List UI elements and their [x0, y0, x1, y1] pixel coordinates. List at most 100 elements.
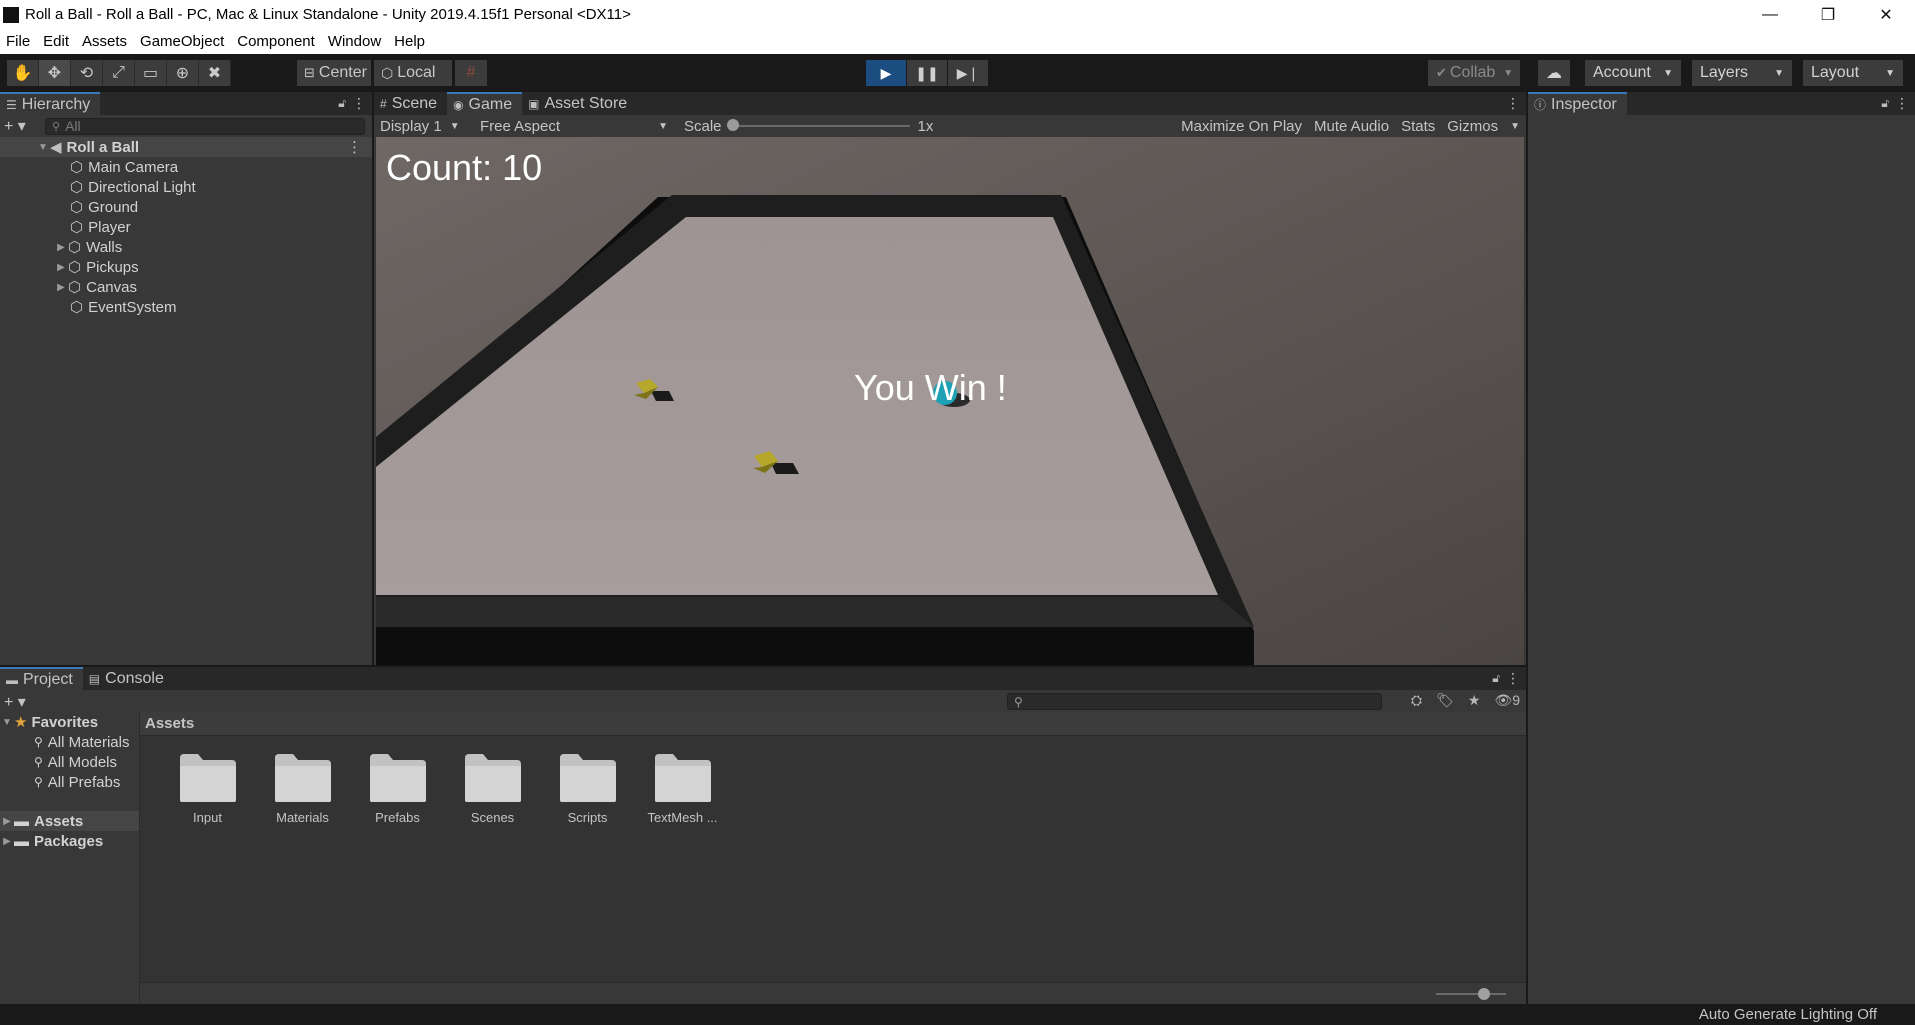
step-icon[interactable]: ▶❘	[948, 60, 988, 86]
tab-console[interactable]: ▤ Console	[82, 667, 174, 690]
transform-tool-icon[interactable]: ⊕	[167, 60, 199, 86]
favorite-item[interactable]: ⚲ All Prefabs	[0, 772, 139, 792]
tab-game[interactable]: ◉ Game	[447, 92, 523, 115]
tree-item[interactable]: ⬡ Player	[0, 217, 372, 237]
tree-item[interactable]: ⬡ EventSystem	[0, 297, 372, 317]
tree-item[interactable]: ⬡ Main Camera	[0, 157, 372, 177]
shopping-bag-icon: ▣	[528, 96, 540, 111]
scene-row[interactable]: ▼ ◀ Roll a Ball ⋮	[0, 137, 372, 157]
stats-toggle[interactable]: Stats	[1395, 118, 1441, 135]
mute-audio-toggle[interactable]: Mute Audio	[1308, 118, 1395, 135]
scale-tool-icon[interactable]: ⤢	[103, 60, 135, 86]
collab-button[interactable]: ✔ Collab ▼	[1428, 60, 1520, 86]
rotate-tool-icon[interactable]: ⟲	[71, 60, 103, 86]
folder-item[interactable]: Prefabs	[350, 752, 445, 825]
hierarchy-search-input[interactable]: ⚲ All	[45, 117, 365, 135]
pause-icon[interactable]: ❚❚	[907, 60, 947, 86]
create-dropdown[interactable]: + ▾	[0, 116, 45, 136]
scale-value: 1x	[917, 117, 934, 135]
icon-size-slider[interactable]	[1436, 988, 1506, 1000]
packages-row[interactable]: ▶ ▬ Packages	[0, 831, 139, 851]
tree-item[interactable]: ▶ ⬡ Pickups	[0, 257, 372, 277]
menu-assets[interactable]: Assets	[76, 33, 134, 50]
hand-tool-icon[interactable]: ✋	[7, 60, 39, 86]
tab-inspector[interactable]: ⓘ Inspector	[1528, 92, 1627, 115]
folder-icon	[274, 754, 331, 802]
tab-hierarchy[interactable]: ☰ Hierarchy	[0, 92, 101, 115]
lock-icon[interactable]: 🔓︎	[1492, 671, 1500, 686]
restore-icon[interactable]: ❐	[1799, 0, 1857, 29]
menu-component[interactable]: Component	[231, 33, 322, 50]
grid-snap-icon[interactable]: #	[455, 60, 487, 86]
asset-store-tab-label: Asset Store	[544, 94, 628, 112]
menu-help[interactable]: Help	[388, 33, 432, 50]
expand-arrow-icon[interactable]: ▼	[0, 717, 14, 728]
expand-arrow-icon[interactable]: ▶	[0, 836, 14, 847]
gameobject-icon: ⬡	[70, 219, 84, 236]
more-icon[interactable]: ⋮	[352, 95, 366, 112]
move-tool-icon[interactable]: ✥	[39, 60, 71, 86]
chevron-down-icon: ▼	[449, 120, 460, 132]
menu-file[interactable]: File	[0, 33, 37, 50]
minimize-icon[interactable]: —	[1741, 0, 1799, 29]
pivot-mode-button[interactable]: ⊟ Center	[297, 60, 371, 86]
more-icon[interactable]: ⋮	[1506, 670, 1520, 687]
gameobject-icon: ⬡	[68, 279, 82, 296]
menu-gameobject[interactable]: GameObject	[134, 33, 231, 50]
filter-by-type-icon[interactable]: ⛭	[1411, 692, 1422, 709]
display-dropdown[interactable]: Display 1 ▼	[374, 118, 474, 135]
icon-size-slider-thumb[interactable]	[1478, 988, 1490, 1000]
chevron-down-icon[interactable]: ▼	[1504, 121, 1526, 132]
favorite-item[interactable]: ⚲ All Models	[0, 752, 139, 772]
folder-item[interactable]: TextMesh ...	[635, 752, 730, 825]
more-icon[interactable]: ⋮	[347, 138, 362, 156]
filter-by-label-icon[interactable]: 🏷︎	[1436, 692, 1454, 709]
tree-item[interactable]: ⬡ Directional Light	[0, 177, 372, 197]
more-icon[interactable]: ⋮	[1895, 95, 1909, 112]
gizmos-toggle[interactable]: Gizmos	[1441, 118, 1504, 135]
hidden-packages-icon[interactable]: 👁︎9	[1494, 692, 1520, 709]
assets-row[interactable]: ▶ ▬ Assets	[0, 811, 139, 831]
pivot-space-button[interactable]: ⬡ Local	[374, 60, 452, 86]
lock-icon[interactable]: 🔓︎	[338, 96, 346, 111]
folder-item[interactable]: Input	[160, 752, 255, 825]
tab-asset-store[interactable]: ▣ Asset Store	[522, 92, 638, 115]
expand-arrow-icon[interactable]: ▶	[54, 282, 68, 293]
scale-slider-thumb[interactable]	[726, 119, 739, 131]
project-search-input[interactable]: ⚲	[1007, 693, 1382, 710]
account-dropdown[interactable]: Account ▼	[1585, 60, 1681, 86]
folder-item[interactable]: Scripts	[540, 752, 635, 825]
scale-slider[interactable]	[726, 119, 910, 131]
favorite-item[interactable]: ⚲ All Materials	[0, 732, 139, 752]
tree-item[interactable]: ▶ ⬡ Walls	[0, 237, 372, 257]
lock-icon[interactable]: 🔓︎	[1881, 96, 1889, 111]
tree-item[interactable]: ⬡ Ground	[0, 197, 372, 217]
tab-project[interactable]: ▬ Project	[0, 667, 83, 690]
tab-scene[interactable]: # Scene	[374, 92, 448, 115]
custom-tool-icon[interactable]: ✖	[199, 60, 231, 86]
game-viewport[interactable]: Count: 10 You Win !	[376, 137, 1524, 665]
expand-arrow-icon[interactable]: ▶	[0, 816, 14, 827]
maximize-on-play-toggle[interactable]: Maximize On Play	[1175, 118, 1308, 135]
play-icon[interactable]: ▶	[866, 60, 906, 86]
rect-tool-icon[interactable]: ▭	[135, 60, 167, 86]
expand-arrow-icon[interactable]: ▼	[36, 142, 50, 153]
tree-item-label: Main Camera	[88, 158, 179, 176]
menu-window[interactable]: Window	[322, 33, 388, 50]
favorites-row[interactable]: ▼ ★ Favorites	[0, 712, 139, 732]
folder-item[interactable]: Materials	[255, 752, 350, 825]
cloud-icon[interactable]: ☁	[1538, 60, 1570, 86]
expand-arrow-icon[interactable]: ▶	[54, 262, 68, 273]
layers-dropdown[interactable]: Layers ▼	[1692, 60, 1792, 86]
tree-item[interactable]: ▶ ⬡ Canvas	[0, 277, 372, 297]
gameobject-icon: ⬡	[70, 159, 84, 176]
aspect-dropdown[interactable]: Free Aspect ▼	[474, 118, 674, 135]
star-icon[interactable]: ★	[1468, 692, 1481, 709]
create-dropdown[interactable]: + ▾	[0, 692, 45, 712]
more-icon[interactable]: ⋮	[1506, 95, 1520, 112]
close-icon[interactable]: ✕	[1857, 0, 1915, 29]
menu-edit[interactable]: Edit	[37, 33, 76, 50]
expand-arrow-icon[interactable]: ▶	[54, 242, 68, 253]
layout-dropdown[interactable]: Layout ▼	[1803, 60, 1903, 86]
folder-item[interactable]: Scenes	[445, 752, 540, 825]
